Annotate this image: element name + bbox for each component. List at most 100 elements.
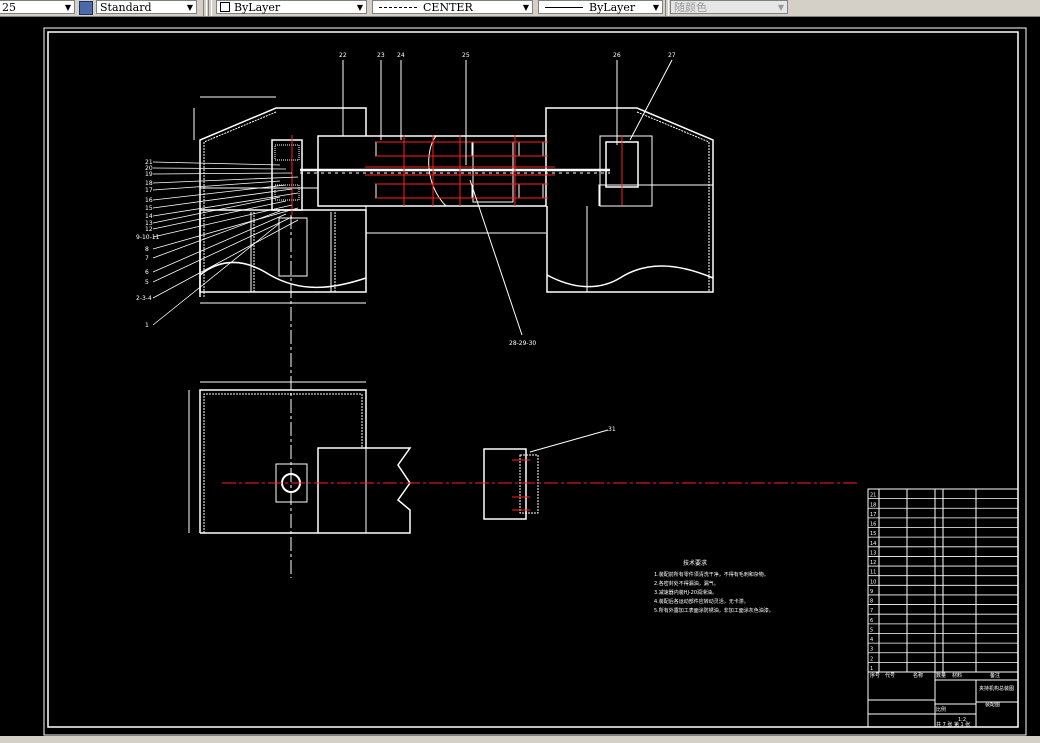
- balloon-24: 24: [397, 52, 405, 59]
- drawing-name: 夹持机构总装图: [979, 685, 1014, 692]
- parts-row-number: 7: [870, 608, 873, 614]
- balloon-label: 7: [145, 255, 149, 262]
- drawing-type: 装配图: [985, 701, 1000, 708]
- leader-line: [152, 207, 299, 250]
- header-name: 名称: [913, 672, 923, 679]
- header-material: 材料: [952, 672, 962, 679]
- balloon-label: 19: [145, 171, 153, 178]
- balloon-label: 8: [145, 246, 149, 253]
- header-qty: 数量: [936, 672, 946, 679]
- chevron-down-icon: ▼: [652, 3, 659, 12]
- color-value: ByLayer: [234, 0, 281, 14]
- balloon-label: 9-10-11: [136, 234, 160, 241]
- leader-line: [152, 161, 281, 166]
- left-housing: [193, 96, 367, 304]
- parts-row-number: 6: [870, 618, 873, 624]
- balloon-26: 26: [613, 52, 621, 59]
- tech-requirement-item: 1.装配前所有零件须清洗干净，不得有毛刺和杂物。: [654, 571, 769, 578]
- lower-view: [188, 381, 539, 534]
- tech-requirements: 技术要求 1.装配前所有零件须清洗干净，不得有毛刺和杂物。 2.各密封处不得漏油…: [654, 559, 774, 614]
- parts-row-number: 17: [870, 512, 876, 518]
- balloon-label: 14: [145, 213, 153, 220]
- header-index: 序号: [870, 672, 880, 679]
- chevron-down-icon: ▼: [356, 3, 363, 12]
- parts-row-number: 9: [870, 589, 873, 595]
- balloon-27: 27: [668, 52, 676, 59]
- balloon-31: 31: [608, 426, 616, 433]
- parts-row-number: 5: [870, 627, 873, 633]
- center-lines-top: [291, 135, 623, 215]
- chevron-down-icon: ▼: [777, 3, 784, 12]
- balloon-28-29-30: 28-29-30: [509, 340, 536, 347]
- text-style-value: Standard: [100, 0, 152, 14]
- scale-label: 比例: [936, 706, 946, 713]
- lineweight-preview-icon: [545, 6, 583, 8]
- status-bar: [0, 736, 1040, 743]
- right-housing: [545, 107, 714, 293]
- parts-row-number: 2: [870, 656, 873, 662]
- parts-row-number: 1: [870, 666, 873, 672]
- parts-row-number: 14: [870, 541, 876, 547]
- leader-line: [152, 210, 281, 259]
- balloon-label: 15: [145, 205, 153, 212]
- balloon-label: 6: [145, 269, 149, 276]
- chevron-down-icon: ▼: [522, 3, 529, 12]
- plot-style-dropdown[interactable]: 随颜色 ▼: [670, 0, 788, 14]
- chevron-down-icon: ▼: [186, 3, 193, 12]
- balloon-label: 17: [145, 187, 153, 194]
- sheet-number: 共 7 张 第 1 张: [936, 721, 970, 728]
- parts-row-number: 15: [870, 531, 876, 537]
- balloon-label: 2-3-4: [136, 295, 152, 302]
- leader-line: [152, 222, 281, 326]
- properties-toolbar: 25 ▼ Standard ▼ ByLayer ▼ CENTER ▼ ByLayer ▼ …: [0, 0, 1040, 17]
- parts-row-number: 3: [870, 647, 873, 653]
- tech-requirement-item: 3.减速器内装HJ-20润滑油。: [654, 589, 717, 596]
- balloon-labels: 22 23 24 25 26 27 28-29-30 31: [339, 52, 676, 433]
- balloon-label: 5: [145, 279, 149, 286]
- text-height-value: 25: [2, 0, 16, 14]
- balloon-label: 1: [145, 322, 149, 329]
- parts-row-number: 13: [870, 550, 876, 556]
- balloon-label: 18: [145, 180, 153, 187]
- text-height-dropdown[interactable]: 25 ▼: [0, 0, 75, 14]
- parts-row-number: 4: [870, 637, 873, 643]
- toolbar-separator: [203, 0, 207, 16]
- parts-row-number: 11: [870, 570, 876, 576]
- color-dropdown[interactable]: ByLayer ▼: [216, 0, 367, 14]
- chevron-down-icon: ▼: [64, 3, 71, 12]
- tech-requirement-item: 5.所有外露加工表面涂防锈油，非加工面涂灰色油漆。: [654, 607, 774, 614]
- balloon-22: 22: [339, 52, 347, 59]
- parts-row-number: 10: [870, 579, 876, 585]
- parts-row-number: 16: [870, 522, 876, 528]
- drawing-canvas[interactable]: 22 23 24 25 26 27 28-29-30 31 2120191817…: [0, 17, 1040, 736]
- balloon-25: 25: [462, 52, 470, 59]
- tech-requirements-heading: 技术要求: [683, 559, 707, 567]
- linetype-preview-icon: [379, 6, 417, 8]
- balloon-label: 16: [145, 197, 153, 204]
- leader-lines: [342, 59, 673, 453]
- toolbar-separator: [665, 0, 669, 16]
- tech-requirement-item: 2.各密封处不得漏油，漏气。: [654, 580, 719, 587]
- balloon-label: 12: [145, 226, 153, 233]
- parts-row-number: 12: [870, 560, 876, 566]
- leader-line: [152, 216, 293, 283]
- leader-line: [152, 172, 293, 175]
- color-swatch-icon: [220, 2, 230, 12]
- tech-requirement-item: 4.装配后各运动部件应转动灵活，无卡滞。: [654, 598, 749, 605]
- text-style-icon[interactable]: [79, 1, 93, 15]
- linetype-value: CENTER: [423, 0, 473, 14]
- linetype-dropdown[interactable]: CENTER ▼: [372, 0, 533, 14]
- balloon-23: 23: [377, 52, 385, 59]
- parts-row-number: 18: [870, 502, 876, 508]
- toolbar-separator: [208, 0, 212, 16]
- plot-style-value: 随颜色: [674, 1, 707, 14]
- parts-row-number: 21: [870, 493, 876, 499]
- text-style-dropdown[interactable]: Standard ▼: [96, 0, 197, 14]
- leader-line: [152, 176, 299, 184]
- leader-line: [152, 167, 287, 170]
- lineweight-dropdown[interactable]: ByLayer ▼: [538, 0, 663, 14]
- header-remark: 备注: [990, 672, 1000, 679]
- lineweight-value: ByLayer: [589, 0, 636, 14]
- parts-row-number: 8: [870, 599, 873, 605]
- header-code: 代号: [885, 672, 895, 679]
